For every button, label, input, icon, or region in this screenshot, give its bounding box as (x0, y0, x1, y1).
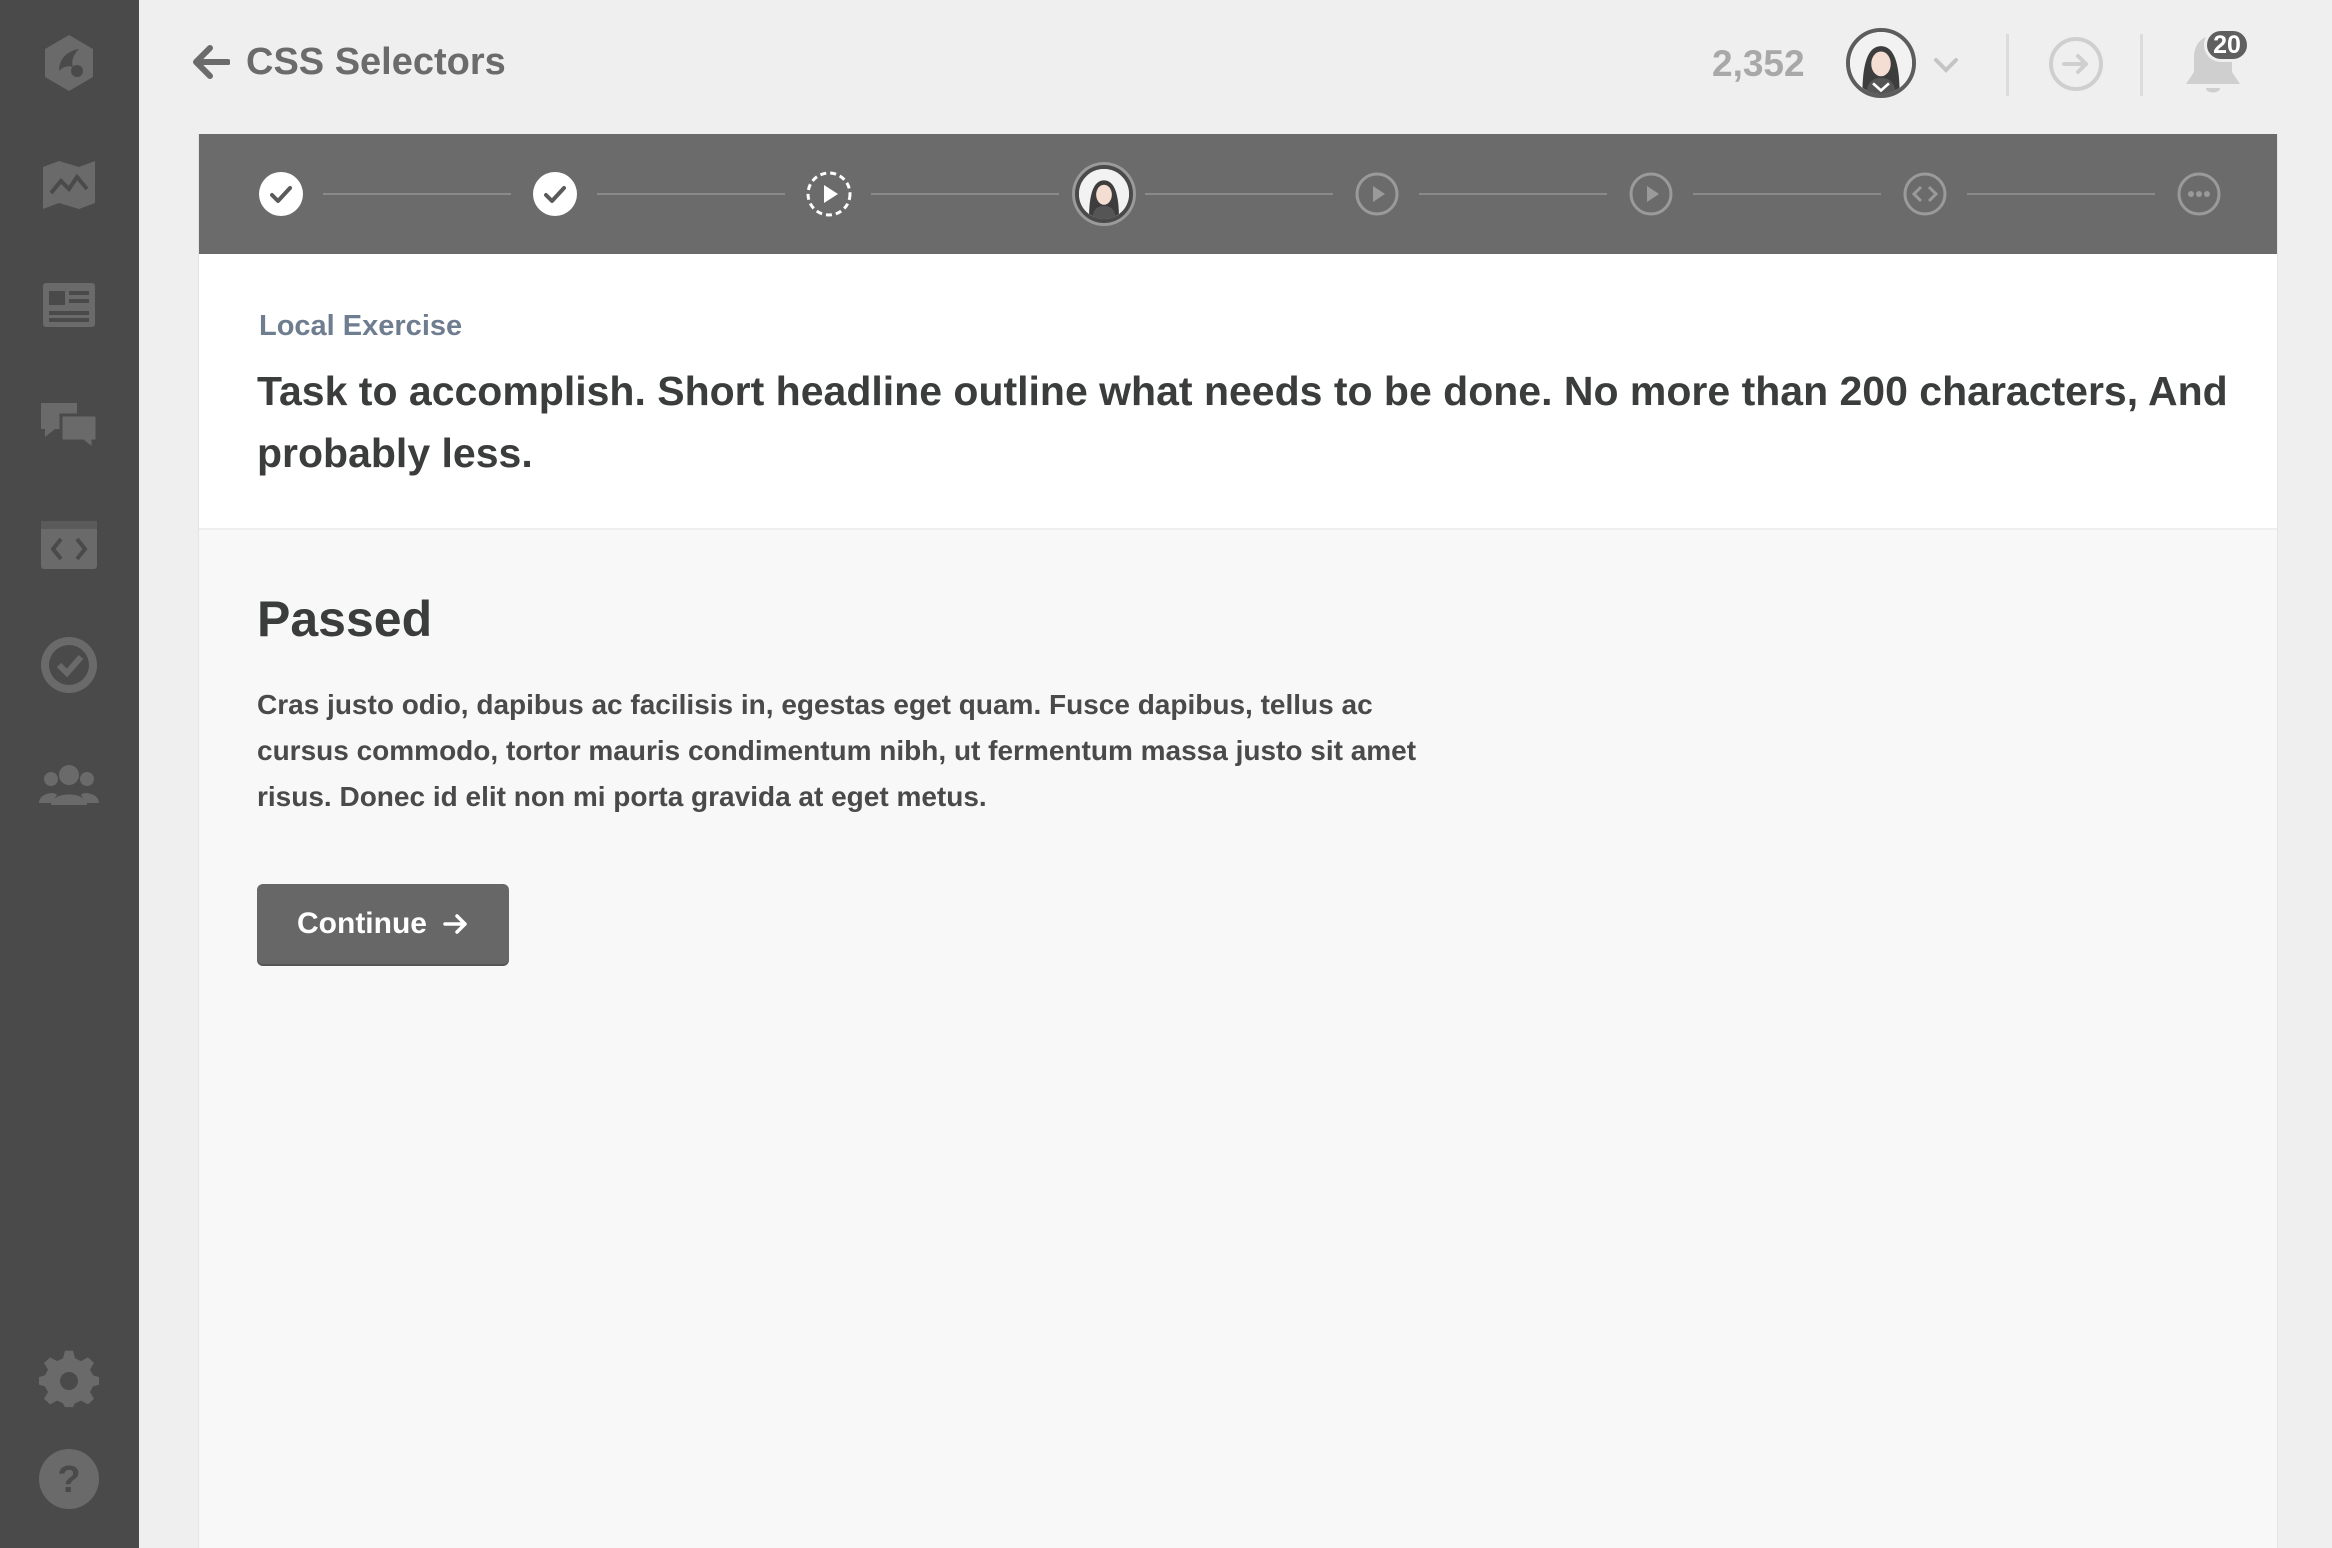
task-panel: Local Exercise Task to accomplish. Short… (199, 254, 2277, 530)
step-connector (597, 193, 785, 195)
continue-button[interactable]: Continue (257, 884, 509, 964)
step-6-upcoming[interactable] (1627, 170, 1675, 218)
settings-gear-icon[interactable] (30, 1342, 108, 1420)
step-connector (871, 193, 1059, 195)
play-icon (1629, 172, 1673, 216)
result-description: Cras justo odio, dapibus ac facilisis in… (257, 689, 1417, 812)
arrow-right-icon (443, 914, 467, 934)
logo-icon[interactable] (30, 24, 108, 102)
workspace-icon[interactable] (30, 506, 108, 584)
chevron-down-icon[interactable] (1928, 50, 1964, 80)
divider (2006, 34, 2009, 96)
notification-badge: 20 (2204, 28, 2250, 62)
step-connector (1967, 193, 2155, 195)
progress-stepbar (199, 134, 2277, 254)
step-2-complete[interactable] (531, 170, 579, 218)
check-icon (533, 172, 577, 216)
more-icon (2177, 172, 2221, 216)
quiz-check-icon[interactable] (30, 626, 108, 704)
play-dashed-icon (806, 171, 852, 217)
arrow-left-icon (193, 45, 230, 79)
community-icon[interactable] (30, 386, 108, 464)
step-5-upcoming[interactable] (1353, 170, 1401, 218)
code-icon (1903, 172, 1947, 216)
check-icon (259, 172, 303, 216)
step-connector (1145, 193, 1333, 195)
step-connector (1693, 193, 1881, 195)
step-1-complete[interactable] (257, 170, 305, 218)
back-link[interactable]: CSS Selectors (192, 32, 506, 92)
map-icon[interactable] (30, 146, 108, 224)
user-avatar[interactable] (1846, 28, 1916, 98)
page-title: CSS Selectors (246, 40, 506, 83)
step-7-upcoming[interactable] (1901, 170, 1949, 218)
content-card: Local Exercise Task to accomplish. Short… (198, 134, 2278, 1548)
help-icon[interactable]: ? (30, 1440, 108, 1518)
result-title: Passed (257, 591, 433, 647)
team-icon[interactable] (30, 746, 108, 824)
step-connector (323, 193, 511, 195)
continue-label: Continue (297, 907, 427, 940)
exercise-type-label: Local Exercise (259, 310, 463, 342)
library-icon[interactable] (30, 266, 108, 344)
step-8-upcoming[interactable] (2175, 170, 2223, 218)
svg-text:?: ? (57, 1459, 80, 1501)
step-connector (1419, 193, 1607, 195)
step-3-in-progress[interactable] (805, 170, 853, 218)
sidebar: ? (0, 0, 139, 1548)
divider (2140, 34, 2143, 96)
step-4-current-avatar[interactable] (1075, 165, 1133, 223)
play-icon (1355, 172, 1399, 216)
next-arrow-icon[interactable] (2048, 36, 2104, 92)
task-headline: Task to accomplish. Short headline outli… (257, 368, 2228, 476)
points-count: 2,352 (1712, 43, 1805, 84)
